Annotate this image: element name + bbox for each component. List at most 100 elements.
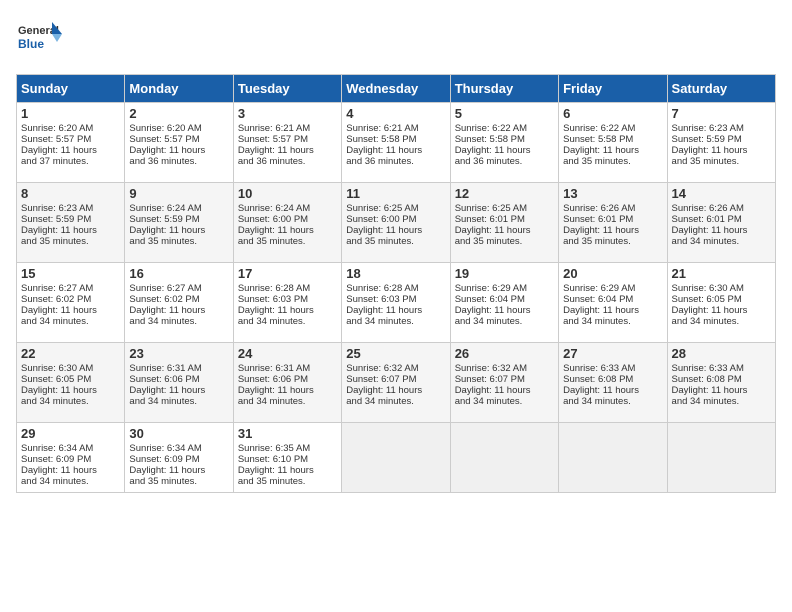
day-number: 17 xyxy=(238,266,337,281)
day-info: Daylight: 11 hours xyxy=(129,465,228,476)
calendar-cell: 10Sunrise: 6:24 AMSunset: 6:00 PMDayligh… xyxy=(233,183,341,263)
day-info: and 36 minutes. xyxy=(346,156,445,167)
day-info: Sunrise: 6:28 AM xyxy=(346,283,445,294)
day-info: and 37 minutes. xyxy=(21,156,120,167)
day-info: Sunrise: 6:32 AM xyxy=(455,363,554,374)
day-number: 30 xyxy=(129,426,228,441)
day-info: and 34 minutes. xyxy=(672,236,771,247)
calendar-cell: 24Sunrise: 6:31 AMSunset: 6:06 PMDayligh… xyxy=(233,343,341,423)
header-row: SundayMondayTuesdayWednesdayThursdayFrid… xyxy=(17,75,776,103)
day-info: Sunset: 5:59 PM xyxy=(672,134,771,145)
day-info: Sunset: 5:58 PM xyxy=(563,134,662,145)
day-info: Daylight: 11 hours xyxy=(346,225,445,236)
day-info: and 34 minutes. xyxy=(346,316,445,327)
day-info: Daylight: 11 hours xyxy=(21,465,120,476)
day-info: Sunset: 6:09 PM xyxy=(129,454,228,465)
day-info: Sunrise: 6:32 AM xyxy=(346,363,445,374)
calendar-table: SundayMondayTuesdayWednesdayThursdayFrid… xyxy=(16,74,776,493)
day-info: Sunrise: 6:27 AM xyxy=(129,283,228,294)
calendar-cell: 25Sunrise: 6:32 AMSunset: 6:07 PMDayligh… xyxy=(342,343,450,423)
day-info: Sunrise: 6:21 AM xyxy=(346,123,445,134)
day-info: and 34 minutes. xyxy=(346,396,445,407)
day-info: and 36 minutes. xyxy=(129,156,228,167)
header-cell-friday: Friday xyxy=(559,75,667,103)
header-cell-sunday: Sunday xyxy=(17,75,125,103)
day-number: 24 xyxy=(238,346,337,361)
day-info: Sunrise: 6:20 AM xyxy=(129,123,228,134)
day-info: Sunrise: 6:33 AM xyxy=(672,363,771,374)
day-number: 22 xyxy=(21,346,120,361)
day-info: Sunset: 5:59 PM xyxy=(21,214,120,225)
day-info: Sunset: 5:58 PM xyxy=(455,134,554,145)
calendar-cell: 19Sunrise: 6:29 AMSunset: 6:04 PMDayligh… xyxy=(450,263,558,343)
day-info: Sunset: 5:57 PM xyxy=(129,134,228,145)
day-info: and 35 minutes. xyxy=(238,236,337,247)
day-number: 13 xyxy=(563,186,662,201)
calendar-cell: 31Sunrise: 6:35 AMSunset: 6:10 PMDayligh… xyxy=(233,423,341,493)
day-info: Daylight: 11 hours xyxy=(21,305,120,316)
day-number: 1 xyxy=(21,106,120,121)
day-info: Daylight: 11 hours xyxy=(238,305,337,316)
day-number: 19 xyxy=(455,266,554,281)
day-info: Daylight: 11 hours xyxy=(455,145,554,156)
day-number: 25 xyxy=(346,346,445,361)
day-info: Daylight: 11 hours xyxy=(129,305,228,316)
day-info: and 34 minutes. xyxy=(455,316,554,327)
calendar-cell: 23Sunrise: 6:31 AMSunset: 6:06 PMDayligh… xyxy=(125,343,233,423)
day-info: Sunrise: 6:22 AM xyxy=(563,123,662,134)
day-info: Sunrise: 6:35 AM xyxy=(238,443,337,454)
day-info: Daylight: 11 hours xyxy=(455,305,554,316)
day-info: Sunrise: 6:25 AM xyxy=(455,203,554,214)
day-info: Sunrise: 6:31 AM xyxy=(129,363,228,374)
calendar-cell: 22Sunrise: 6:30 AMSunset: 6:05 PMDayligh… xyxy=(17,343,125,423)
day-info: and 34 minutes. xyxy=(238,316,337,327)
day-info: Sunrise: 6:28 AM xyxy=(238,283,337,294)
day-info: Sunset: 6:08 PM xyxy=(563,374,662,385)
day-info: Daylight: 11 hours xyxy=(21,225,120,236)
day-info: Sunset: 6:08 PM xyxy=(672,374,771,385)
day-info: Sunset: 6:07 PM xyxy=(455,374,554,385)
day-info: and 34 minutes. xyxy=(129,396,228,407)
day-info: Sunrise: 6:22 AM xyxy=(455,123,554,134)
svg-text:Blue: Blue xyxy=(18,37,44,51)
day-info: Daylight: 11 hours xyxy=(455,225,554,236)
day-info: Daylight: 11 hours xyxy=(346,145,445,156)
calendar-cell: 28Sunrise: 6:33 AMSunset: 6:08 PMDayligh… xyxy=(667,343,775,423)
header-cell-tuesday: Tuesday xyxy=(233,75,341,103)
day-number: 15 xyxy=(21,266,120,281)
calendar-cell: 18Sunrise: 6:28 AMSunset: 6:03 PMDayligh… xyxy=(342,263,450,343)
day-info: and 35 minutes. xyxy=(672,156,771,167)
day-info: Daylight: 11 hours xyxy=(129,145,228,156)
header-cell-monday: Monday xyxy=(125,75,233,103)
calendar-cell: 26Sunrise: 6:32 AMSunset: 6:07 PMDayligh… xyxy=(450,343,558,423)
calendar-cell: 2Sunrise: 6:20 AMSunset: 5:57 PMDaylight… xyxy=(125,103,233,183)
day-info: Sunset: 6:09 PM xyxy=(21,454,120,465)
day-number: 28 xyxy=(672,346,771,361)
day-info: Sunset: 6:01 PM xyxy=(672,214,771,225)
day-info: Sunset: 6:06 PM xyxy=(129,374,228,385)
calendar-cell xyxy=(667,423,775,493)
calendar-cell: 12Sunrise: 6:25 AMSunset: 6:01 PMDayligh… xyxy=(450,183,558,263)
calendar-cell: 29Sunrise: 6:34 AMSunset: 6:09 PMDayligh… xyxy=(17,423,125,493)
day-info: Sunset: 5:57 PM xyxy=(21,134,120,145)
logo-svg: General Blue xyxy=(16,16,66,66)
day-info: Sunset: 6:03 PM xyxy=(238,294,337,305)
day-info: and 34 minutes. xyxy=(563,316,662,327)
day-info: Sunrise: 6:24 AM xyxy=(129,203,228,214)
day-number: 31 xyxy=(238,426,337,441)
day-number: 18 xyxy=(346,266,445,281)
calendar-cell xyxy=(559,423,667,493)
day-number: 23 xyxy=(129,346,228,361)
day-info: Sunset: 5:58 PM xyxy=(346,134,445,145)
calendar-cell: 11Sunrise: 6:25 AMSunset: 6:00 PMDayligh… xyxy=(342,183,450,263)
day-number: 6 xyxy=(563,106,662,121)
day-info: Sunrise: 6:27 AM xyxy=(21,283,120,294)
page-header: General Blue xyxy=(16,16,776,66)
day-info: Sunrise: 6:21 AM xyxy=(238,123,337,134)
day-info: and 35 minutes. xyxy=(238,476,337,487)
day-info: and 35 minutes. xyxy=(346,236,445,247)
day-number: 3 xyxy=(238,106,337,121)
calendar-cell: 14Sunrise: 6:26 AMSunset: 6:01 PMDayligh… xyxy=(667,183,775,263)
logo: General Blue xyxy=(16,16,66,66)
calendar-cell: 6Sunrise: 6:22 AMSunset: 5:58 PMDaylight… xyxy=(559,103,667,183)
